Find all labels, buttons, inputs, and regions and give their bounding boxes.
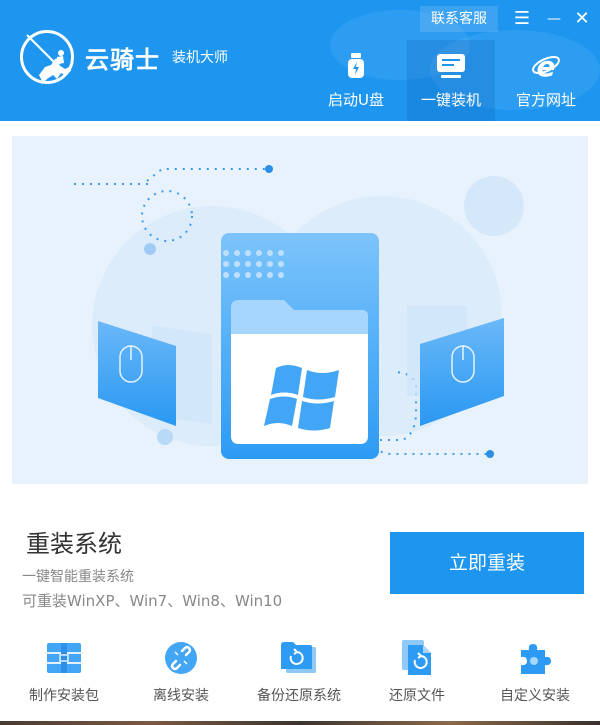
brand-subtitle: 装机大师: [172, 50, 228, 66]
brand-name: 云骑士: [85, 46, 160, 74]
nav-label: 官方网址: [515, 91, 576, 109]
puzzle-icon: [480, 638, 590, 678]
knight-logo-icon: [20, 30, 74, 84]
offline-link-icon: [126, 638, 236, 678]
tool-label: 备份还原系统: [257, 688, 341, 704]
dot-decoration: [144, 243, 156, 255]
tool-backup-restore[interactable]: 备份还原系统: [244, 638, 354, 708]
contact-service-button[interactable]: 联系客服: [420, 6, 498, 32]
tool-label: 离线安装: [153, 688, 209, 704]
nav-label: 一键装机: [420, 91, 481, 109]
package-icon: [9, 638, 119, 678]
close-icon: ✕: [574, 8, 590, 29]
desktop-background-strip: [0, 721, 600, 725]
tool-label: 制作安装包: [29, 688, 99, 704]
nav-one-click-install[interactable]: 一键装机: [407, 40, 495, 121]
nav-official-site[interactable]: e 官方网址: [502, 40, 590, 121]
minimize-icon: —: [547, 11, 561, 27]
tool-restore-file[interactable]: 还原文件: [362, 638, 472, 708]
reinstall-now-button[interactable]: 立即重装: [390, 532, 584, 594]
nav-label: 启动U盘: [328, 91, 384, 109]
app-window: 云骑士 装机大师 联系客服 ☰ — ✕ 启动U盘 一键装机 e 官方网址 重装系…: [0, 0, 600, 725]
supported-systems-text: 可重装WinXP、Win7、Win8、Win10: [22, 592, 283, 610]
usb-drive-icon: [312, 52, 400, 80]
bg-circle: [464, 176, 524, 236]
tool-offline-install[interactable]: 离线安装: [126, 638, 236, 708]
tool-label: 还原文件: [389, 688, 445, 704]
dot-decoration: [157, 429, 173, 445]
minimize-button[interactable]: —: [542, 6, 566, 32]
nav-usb-boot[interactable]: 启动U盘: [312, 40, 400, 121]
header-bar[interactable]: 云骑士 装机大师 联系客服 ☰ — ✕ 启动U盘 一键装机 e 官方网址: [0, 0, 600, 121]
dot-decoration: [486, 450, 494, 458]
section-title: 重装系统: [26, 530, 122, 558]
backup-restore-icon: [244, 638, 354, 678]
tool-make-package[interactable]: 制作安装包: [9, 638, 119, 708]
restore-file-icon: [362, 638, 472, 678]
banner-illustration: [12, 136, 588, 484]
dot-decoration: [265, 165, 273, 173]
monitor-icon: [407, 52, 495, 80]
ie-browser-icon: e: [502, 52, 590, 80]
menu-button[interactable]: ☰: [510, 6, 534, 32]
dotted-line: [369, 439, 490, 455]
menu-icon: ☰: [513, 8, 531, 29]
windows-folder-illustration: [74, 165, 524, 459]
folder-card: [221, 233, 379, 459]
dotted-line: [74, 168, 269, 185]
tool-label: 自定义安装: [500, 688, 570, 704]
tool-custom-install[interactable]: 自定义安装: [480, 638, 590, 708]
right-mouse-card: [407, 306, 504, 426]
left-mouse-card: [98, 321, 212, 426]
close-button[interactable]: ✕: [570, 6, 594, 32]
section-description: 一键智能重装系统: [22, 569, 134, 585]
